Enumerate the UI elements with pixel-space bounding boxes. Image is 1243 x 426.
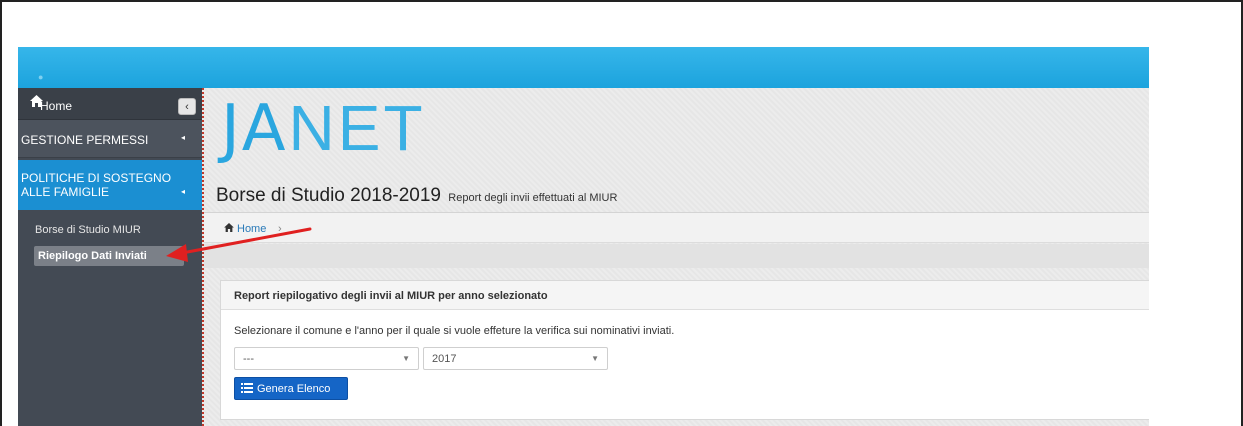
sidebar-home-label: Home (40, 99, 73, 113)
app-window: ● Home ‹ GESTIONE PERMESSI ◂ POLITICHE D… (18, 47, 1149, 426)
panel-description: Selezionare il comune e l'anno per il qu… (234, 325, 675, 337)
report-panel: Report riepilogativo degli invii al MIUR… (220, 280, 1149, 420)
sidebar-item-gestione-permessi[interactable]: GESTIONE PERMESSI ◂ (18, 120, 202, 158)
top-navbar: ● (18, 47, 1149, 88)
home-icon (224, 223, 234, 235)
page-title-text: Borse di Studio 2018-2019 (216, 185, 441, 206)
caret-down-icon: ▼ (591, 354, 599, 363)
genera-elenco-label: Genera Elenco (257, 383, 331, 395)
logo-part-net: NET (288, 92, 426, 164)
sidebar-item-home[interactable]: Home ‹ (18, 88, 202, 120)
logo-part-ja: JA (221, 92, 289, 166)
breadcrumb-separator: › (278, 223, 282, 235)
page-title: Borse di Studio 2018-2019 Report degli i… (216, 185, 617, 207)
caret-down-icon: ▼ (402, 354, 410, 363)
caret-left-icon: ◂ (181, 133, 186, 142)
sidebar-item-label-line2: ALLE FAMIGLIE (21, 185, 110, 199)
submenu-borse-di-studio-miur[interactable]: Borse di Studio MIUR (35, 224, 141, 236)
main-content: JANET Borse di Studio 2018-2019 Report d… (204, 88, 1149, 426)
anno-select[interactable]: 2017 ▼ (423, 347, 608, 370)
caret-left-icon: ◂ (181, 187, 186, 196)
anno-select-value: 2017 (432, 353, 457, 365)
sidebar-item-label-line1: POLITICHE DI SOSTEGNO (21, 171, 172, 185)
list-icon (241, 383, 253, 396)
navbar-dot: ● (38, 72, 44, 82)
sidebar-collapse-button[interactable]: ‹ (178, 98, 196, 115)
info-banner (204, 244, 1149, 268)
sidebar-item-politiche-famiglie[interactable]: POLITICHE DI SOSTEGNO ALLE FAMIGLIE ◂ (18, 160, 202, 210)
page-subtitle: Report degli invii effettuati al MIUR (448, 192, 618, 204)
sidebar: Home ‹ GESTIONE PERMESSI ◂ POLITICHE DI … (18, 88, 204, 426)
breadcrumb: Home › (204, 213, 1149, 243)
genera-elenco-button[interactable]: Genera Elenco (234, 377, 348, 400)
submenu-riepilogo-dati-inviati[interactable]: Riepilogo Dati Inviati (34, 246, 184, 266)
comune-select-value: --- (243, 353, 254, 365)
janet-logo: JANET (221, 96, 426, 161)
comune-select[interactable]: --- ▼ (234, 347, 419, 370)
sidebar-item-label: GESTIONE PERMESSI (21, 133, 149, 147)
panel-title: Report riepilogativo degli invii al MIUR… (221, 281, 1149, 310)
breadcrumb-home-link[interactable]: Home (237, 223, 266, 235)
